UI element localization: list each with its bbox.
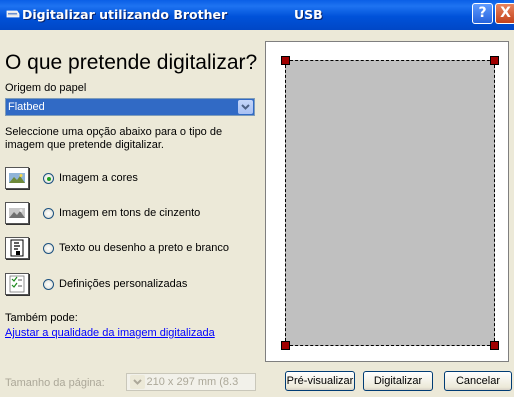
scanner-icon (6, 10, 20, 18)
resize-handle-top-left[interactable] (281, 56, 290, 65)
color-image-radio[interactable] (43, 173, 54, 184)
title-bar[interactable]: Digitalizar utilizando Brother USB ? X (0, 0, 514, 30)
custom-settings-icon[interactable] (5, 273, 29, 295)
also-can-label: Também pode: (5, 312, 78, 324)
custom-settings-radio[interactable] (43, 279, 54, 290)
grayscale-image-label[interactable]: Imagem em tons de cinzento (59, 207, 200, 219)
page-size-value: A4 210 x 297 mm (8.3 (130, 376, 239, 388)
page-title: O que pretende digitalizar? (5, 51, 258, 74)
text-document-icon[interactable] (5, 237, 29, 259)
options-panel: O que pretende digitalizar? Origem do pa… (0, 30, 262, 397)
chevron-down-icon[interactable] (238, 100, 253, 114)
text-drawing-radio[interactable] (43, 243, 54, 254)
text-drawing-label[interactable]: Texto ou desenho a preto e branco (59, 242, 229, 254)
paper-source-label: Origem do papel (5, 82, 87, 94)
preview-button[interactable]: Pré-visualizar (285, 371, 355, 391)
custom-settings-label[interactable]: Definições personalizadas (59, 278, 187, 290)
color-photo-icon[interactable] (5, 167, 29, 189)
color-image-label[interactable]: Imagem a cores (59, 172, 138, 184)
preview-area (265, 41, 509, 362)
page-size-dropdown[interactable]: A4 210 x 297 mm (8.3 (126, 373, 256, 391)
resize-handle-bottom-left[interactable] (281, 341, 290, 350)
connection-label: USB (294, 7, 323, 22)
paper-source-value: Flatbed (8, 101, 45, 113)
help-button[interactable]: ? (472, 3, 493, 24)
window-title: Digitalizar utilizando Brother (22, 7, 228, 22)
grayscale-image-radio[interactable] (43, 208, 54, 219)
instruction-text: Seleccione uma opção abaixo para o tipo … (5, 126, 223, 151)
page-size-label: Tamanho da página: (5, 377, 105, 389)
resize-handle-bottom-right[interactable] (490, 341, 499, 350)
grayscale-photo-icon[interactable] (5, 202, 29, 224)
chevron-down-icon[interactable] (130, 375, 145, 389)
close-button[interactable]: X (495, 3, 514, 24)
scan-button[interactable]: Digitalizar (363, 371, 433, 391)
resize-handle-top-right[interactable] (490, 56, 499, 65)
cancel-button[interactable]: Cancelar (444, 371, 512, 391)
adjust-quality-link[interactable]: Ajustar a qualidade da imagem digitaliza… (5, 327, 215, 339)
paper-source-dropdown[interactable]: Flatbed (5, 98, 255, 116)
scan-dialog-window: Digitalizar utilizando Brother USB ? X O… (0, 0, 514, 397)
scan-selection-area[interactable] (285, 60, 495, 346)
